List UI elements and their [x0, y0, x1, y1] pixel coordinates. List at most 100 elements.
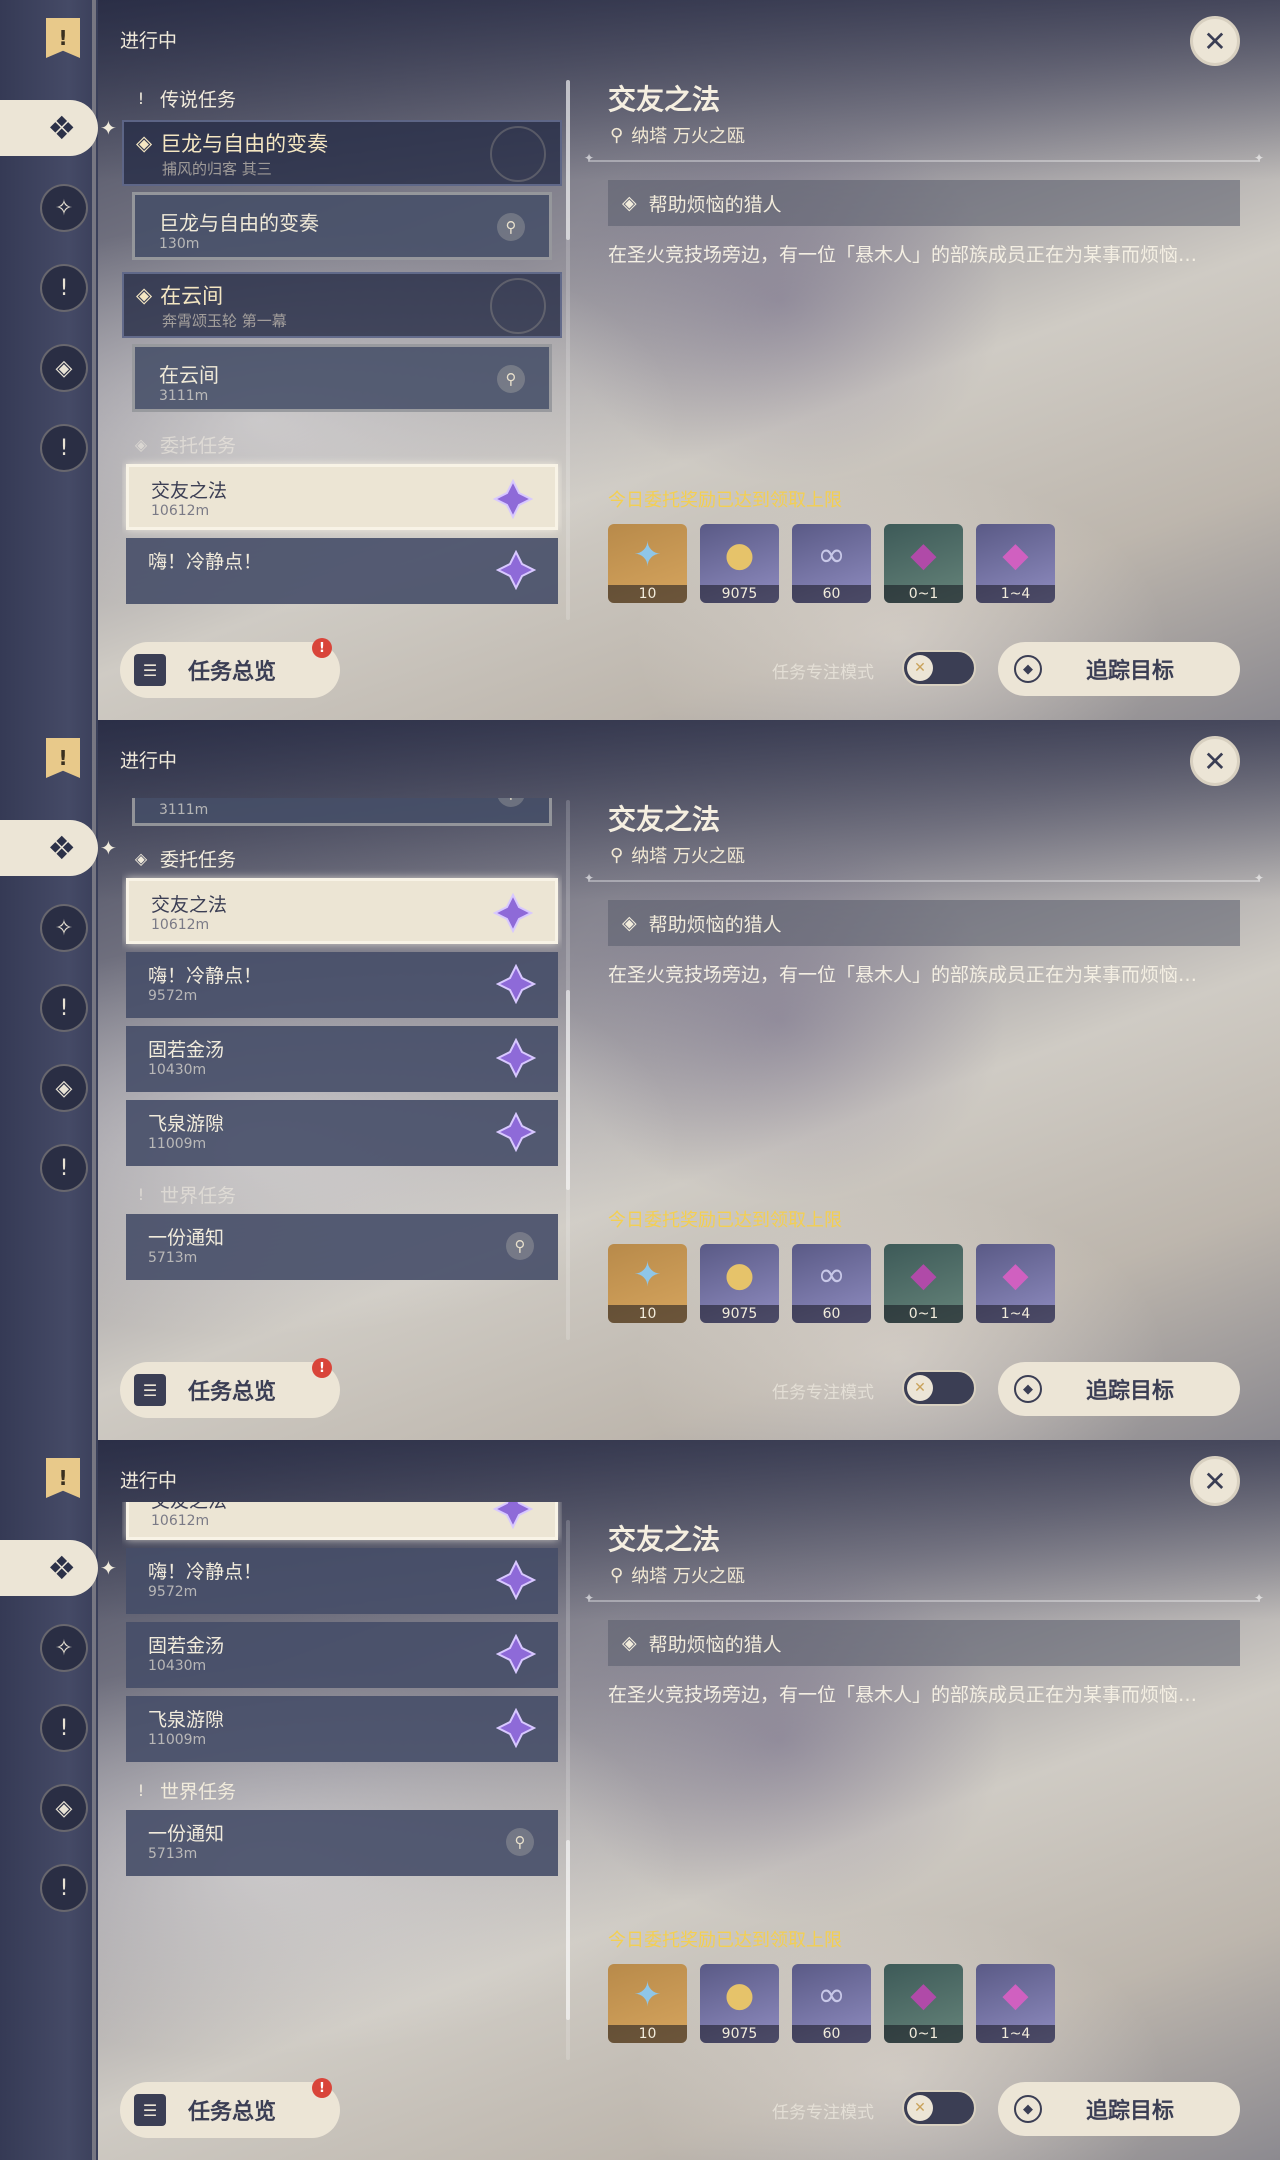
close-button[interactable]: ✕: [1190, 1456, 1240, 1506]
story-quest-header[interactable]: ◈ 在云间 奔霄颂玉轮 第一幕: [122, 272, 562, 338]
list-item[interactable]: 固若金汤 10430m: [126, 1026, 558, 1092]
reward-item[interactable]: ◆ 0~1: [884, 524, 963, 603]
chapter-emblem-icon: [490, 278, 546, 334]
reward-item[interactable]: ◆ 1~4: [976, 1244, 1055, 1323]
quest-screen-2: ! ❖ ✦ ✧ ! ◈ ! 进行中 在云间 3111m ⚲ ◈ 委托任务 交友之法…: [0, 720, 1280, 1440]
commission-star-icon: [493, 479, 533, 519]
track-target-button[interactable]: ◆ 追踪目标: [998, 2082, 1240, 2136]
track-target-button[interactable]: ◆ 追踪目标: [998, 1362, 1240, 1416]
track-target-button[interactable]: ◆ 追踪目标: [998, 642, 1240, 696]
list-item[interactable]: 一份通知 5713m ⚲: [126, 1810, 558, 1876]
quest-description: 在圣火竞技场旁边，有一位「悬木人」的部族成员正在为某事而烦恼…: [608, 244, 1198, 266]
track-diamond-icon: ◆: [1014, 655, 1042, 683]
list-scrollbar[interactable]: [566, 80, 570, 620]
quest-step: ◈ 帮助烦恼的猎人: [608, 900, 1240, 946]
task-overview-button[interactable]: ☰ 任务总览 !: [120, 1358, 340, 1418]
reward-list: ✦ 10 ● 9075 ∞ 60 ◆ 0~1 ◆ 1~4: [608, 1964, 1055, 2043]
list-item[interactable]: 飞泉游隙 11009m: [126, 1696, 558, 1762]
quest-list: 交友之法 10612m 嗨！冷静点！ 9572m 固若金汤 10430m 飞泉游…: [122, 1502, 562, 1972]
reward-item[interactable]: ∞ 60: [792, 1964, 871, 2043]
list-item[interactable]: 交友之法 10612m: [126, 464, 558, 530]
rail-tab-commission[interactable]: ◈: [40, 1784, 88, 1832]
task-overview-button[interactable]: ☰ 任务总览 !: [120, 2078, 340, 2138]
reward-item[interactable]: ✦ 10: [608, 1244, 687, 1323]
quest-location: ⚲ 纳塔 万火之瓯: [610, 1564, 745, 1588]
list-item[interactable]: 交友之法 10612m: [126, 1502, 558, 1540]
reward-item[interactable]: ◆ 0~1: [884, 1244, 963, 1323]
close-button[interactable]: ✕: [1190, 16, 1240, 66]
focus-mode-label: 任务专注模式: [772, 663, 874, 683]
location-pin-icon: ⚲: [610, 1564, 624, 1586]
rail-tab-world[interactable]: !: [40, 1864, 88, 1912]
list-item[interactable]: 飞泉游隙 11009m: [126, 1100, 558, 1166]
location-pin-icon: ⚲: [506, 1232, 534, 1260]
reward-item[interactable]: ∞ 60: [792, 524, 871, 603]
mystic-crystal-icon: ◆: [1002, 1974, 1029, 2015]
rail-tab-world[interactable]: !: [40, 424, 88, 472]
reward-limit-note: 今日委托奖励已达到领取上限: [608, 1210, 842, 1231]
list-item[interactable]: 嗨！冷静点！ 9572m: [126, 952, 558, 1018]
mystic-crystal-icon: ◆: [1002, 1254, 1029, 1295]
location-pin-icon: ⚲: [497, 213, 525, 241]
reward-item[interactable]: ◆ 1~4: [976, 1964, 1055, 2043]
list-scrollbar[interactable]: [566, 1520, 570, 2060]
chapter-emblem-icon: [490, 126, 546, 182]
section-world-title: 世界任务: [160, 1780, 237, 1803]
friendship-exp-icon: ∞: [817, 1254, 846, 1295]
list-scrollbar[interactable]: [566, 800, 570, 1340]
reward-item[interactable]: ● 9075: [700, 1244, 779, 1323]
reward-item[interactable]: ● 9075: [700, 524, 779, 603]
task-list-icon: ☰: [134, 654, 166, 686]
rail-tab-story[interactable]: !: [40, 264, 88, 312]
rail-tab-all[interactable]: ❖: [0, 100, 98, 156]
list-item[interactable]: 在云间 3111m ⚲: [132, 344, 552, 412]
reward-item[interactable]: ∞ 60: [792, 1244, 871, 1323]
divider: [584, 151, 1264, 165]
list-item[interactable]: 交友之法 10612m: [126, 878, 558, 944]
rail-tab-story[interactable]: !: [40, 984, 88, 1032]
rail-tab-story[interactable]: !: [40, 1704, 88, 1752]
list-item[interactable]: 在云间 3111m ⚲: [132, 798, 552, 826]
reward-item[interactable]: ✦ 10: [608, 524, 687, 603]
quest-list: 在云间 3111m ⚲ ◈ 委托任务 交友之法 10612m 嗨！冷静点！ 957…: [122, 798, 562, 1338]
step-diamond-icon: ◈: [622, 912, 637, 934]
story-quest-header[interactable]: ◈ 巨龙与自由的变奏 捕风的归客 其三: [122, 120, 562, 186]
rail-tab-archon[interactable]: ✧: [40, 904, 88, 952]
rail-tab-all[interactable]: ❖: [0, 820, 98, 876]
quest-screen-3: ! ❖ ✦ ✧ ! ◈ ! 进行中 交友之法 10612m 嗨！冷静点！ 957…: [0, 1440, 1280, 2160]
list-item[interactable]: 巨龙与自由的变奏 130m ⚲: [132, 192, 552, 260]
list-item[interactable]: 一份通知 5713m ⚲: [126, 1214, 558, 1280]
rail-tab-world[interactable]: !: [40, 1144, 88, 1192]
rail-tab-archon[interactable]: ✧: [40, 1624, 88, 1672]
in-progress-label: 进行中: [120, 750, 178, 772]
rail-tab-commission[interactable]: ◈: [40, 344, 88, 392]
friendship-exp-icon: ∞: [817, 1974, 846, 2015]
close-button[interactable]: ✕: [1190, 736, 1240, 786]
rail-tab-commission[interactable]: ◈: [40, 1064, 88, 1112]
focus-mode-label: 任务专注模式: [772, 1383, 874, 1403]
quest-diamond-icon: ◈: [136, 283, 153, 307]
reward-item[interactable]: ✦ 10: [608, 1964, 687, 2043]
mora-icon: ●: [724, 534, 755, 575]
step-diamond-icon: ◈: [622, 1632, 637, 1654]
reward-item[interactable]: ● 9075: [700, 1964, 779, 2043]
reward-item[interactable]: ◆ 1~4: [976, 524, 1055, 603]
list-item[interactable]: 嗨！冷静点！: [126, 538, 558, 604]
rail-tab-all[interactable]: ❖: [0, 1540, 98, 1596]
mora-icon: ●: [724, 1254, 755, 1295]
section-world-title: 世界任务: [160, 1184, 237, 1207]
list-item[interactable]: 嗨！冷静点！ 9572m: [126, 1548, 558, 1614]
divider: [584, 871, 1264, 885]
section-legend-title: 传说任务: [160, 88, 237, 111]
list-item[interactable]: 固若金汤 10430m: [126, 1622, 558, 1688]
focus-mode-toggle[interactable]: ✕: [902, 650, 976, 686]
rail-tab-archon[interactable]: ✧: [40, 184, 88, 232]
quest-step: ◈ 帮助烦恼的猎人: [608, 1620, 1240, 1666]
focus-mode-label: 任务专注模式: [772, 2103, 874, 2123]
task-overview-button[interactable]: ☰ 任务总览 !: [120, 638, 340, 698]
divider: [584, 1591, 1264, 1605]
focus-mode-toggle[interactable]: ✕: [902, 1370, 976, 1406]
focus-mode-toggle[interactable]: ✕: [902, 2090, 976, 2126]
reward-item[interactable]: ◆ 0~1: [884, 1964, 963, 2043]
sparkle-icon: ✦: [100, 836, 117, 860]
